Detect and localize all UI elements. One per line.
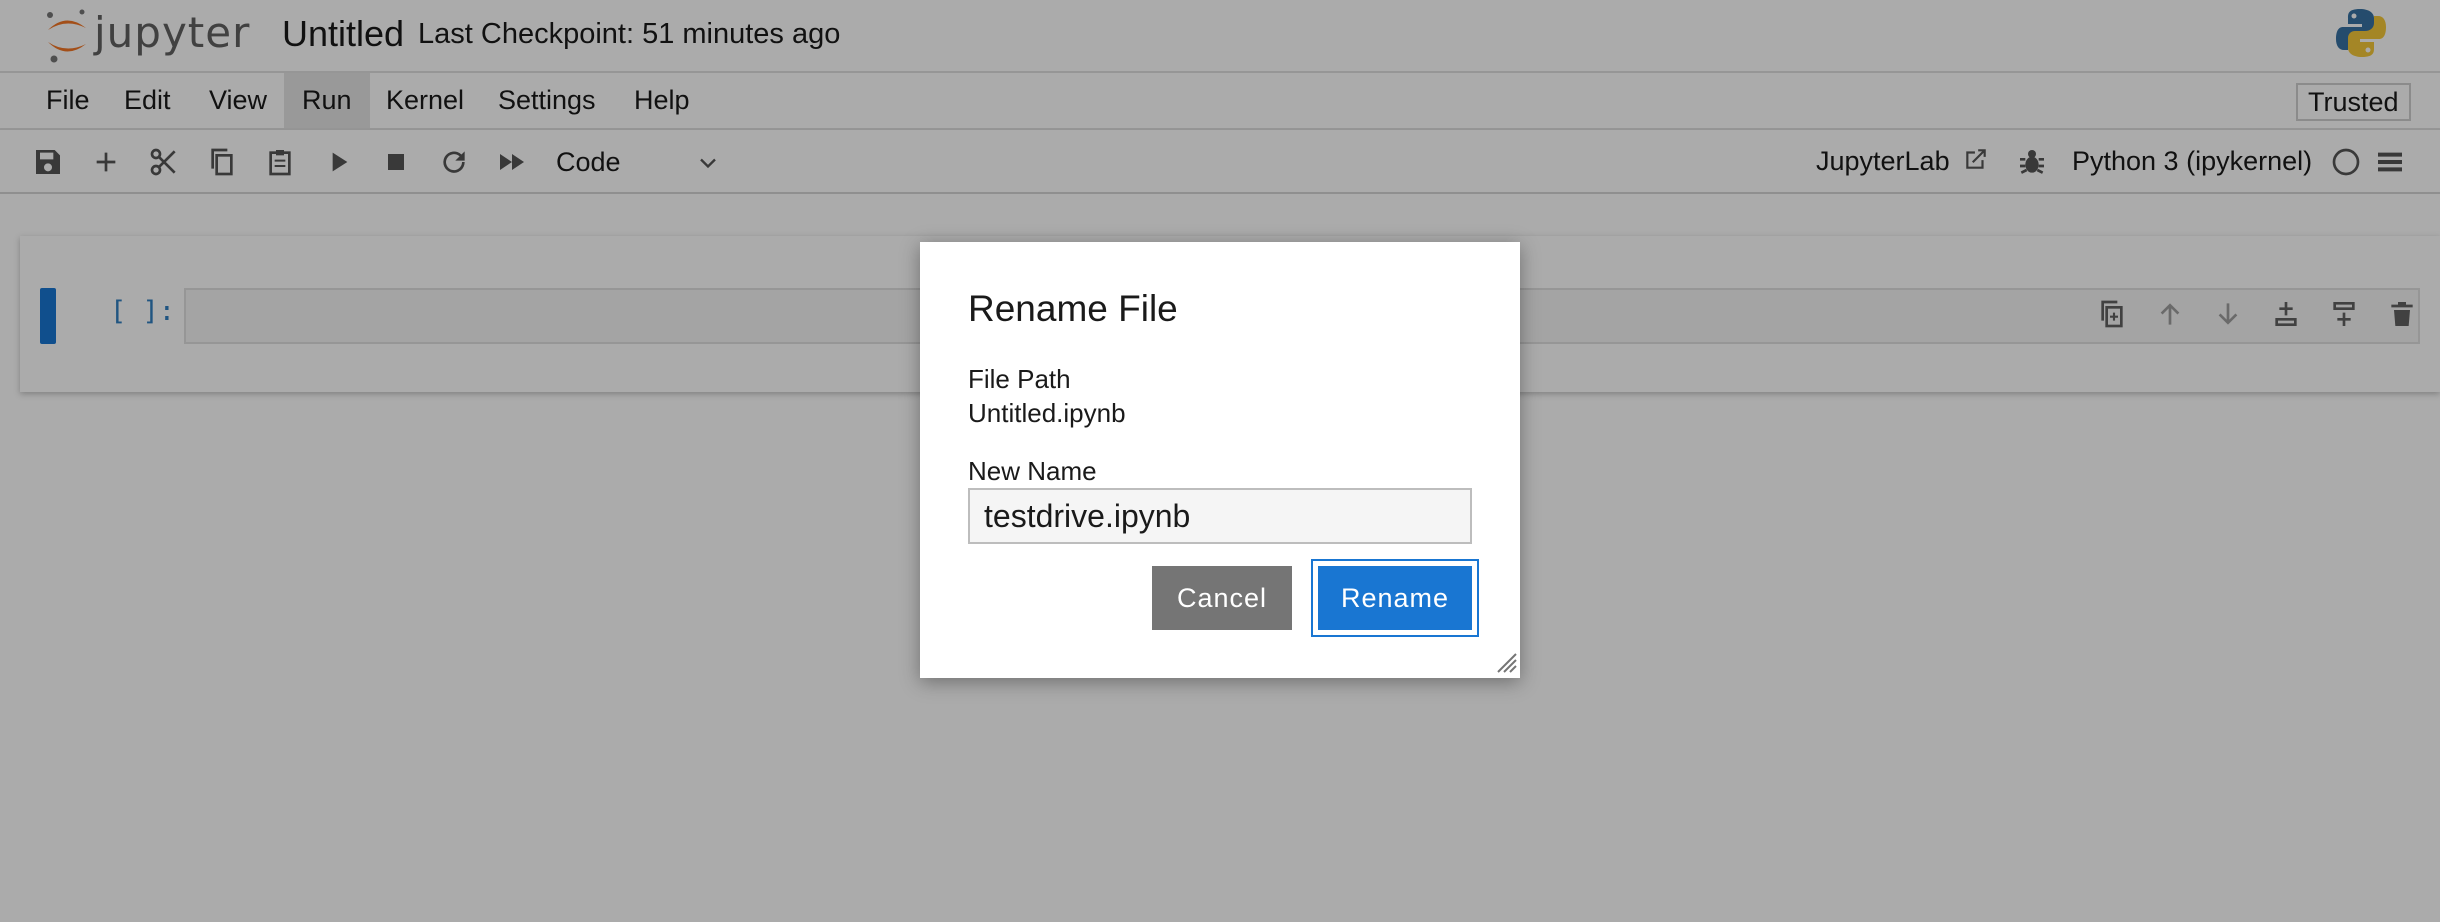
dialog-title: Rename File [968,288,1178,329]
new-name-input[interactable] [968,488,1472,544]
rename-button[interactable]: Rename [1311,559,1479,637]
new-name-label: New Name [968,456,1097,486]
rename-file-dialog: Rename File File Path Untitled.ipynb New… [920,242,1520,678]
file-path-value: Untitled.ipynb [968,398,1126,428]
resize-handle-icon[interactable] [1494,650,1518,674]
cancel-button[interactable]: Cancel [1152,566,1292,630]
file-path-label: File Path [968,364,1071,394]
